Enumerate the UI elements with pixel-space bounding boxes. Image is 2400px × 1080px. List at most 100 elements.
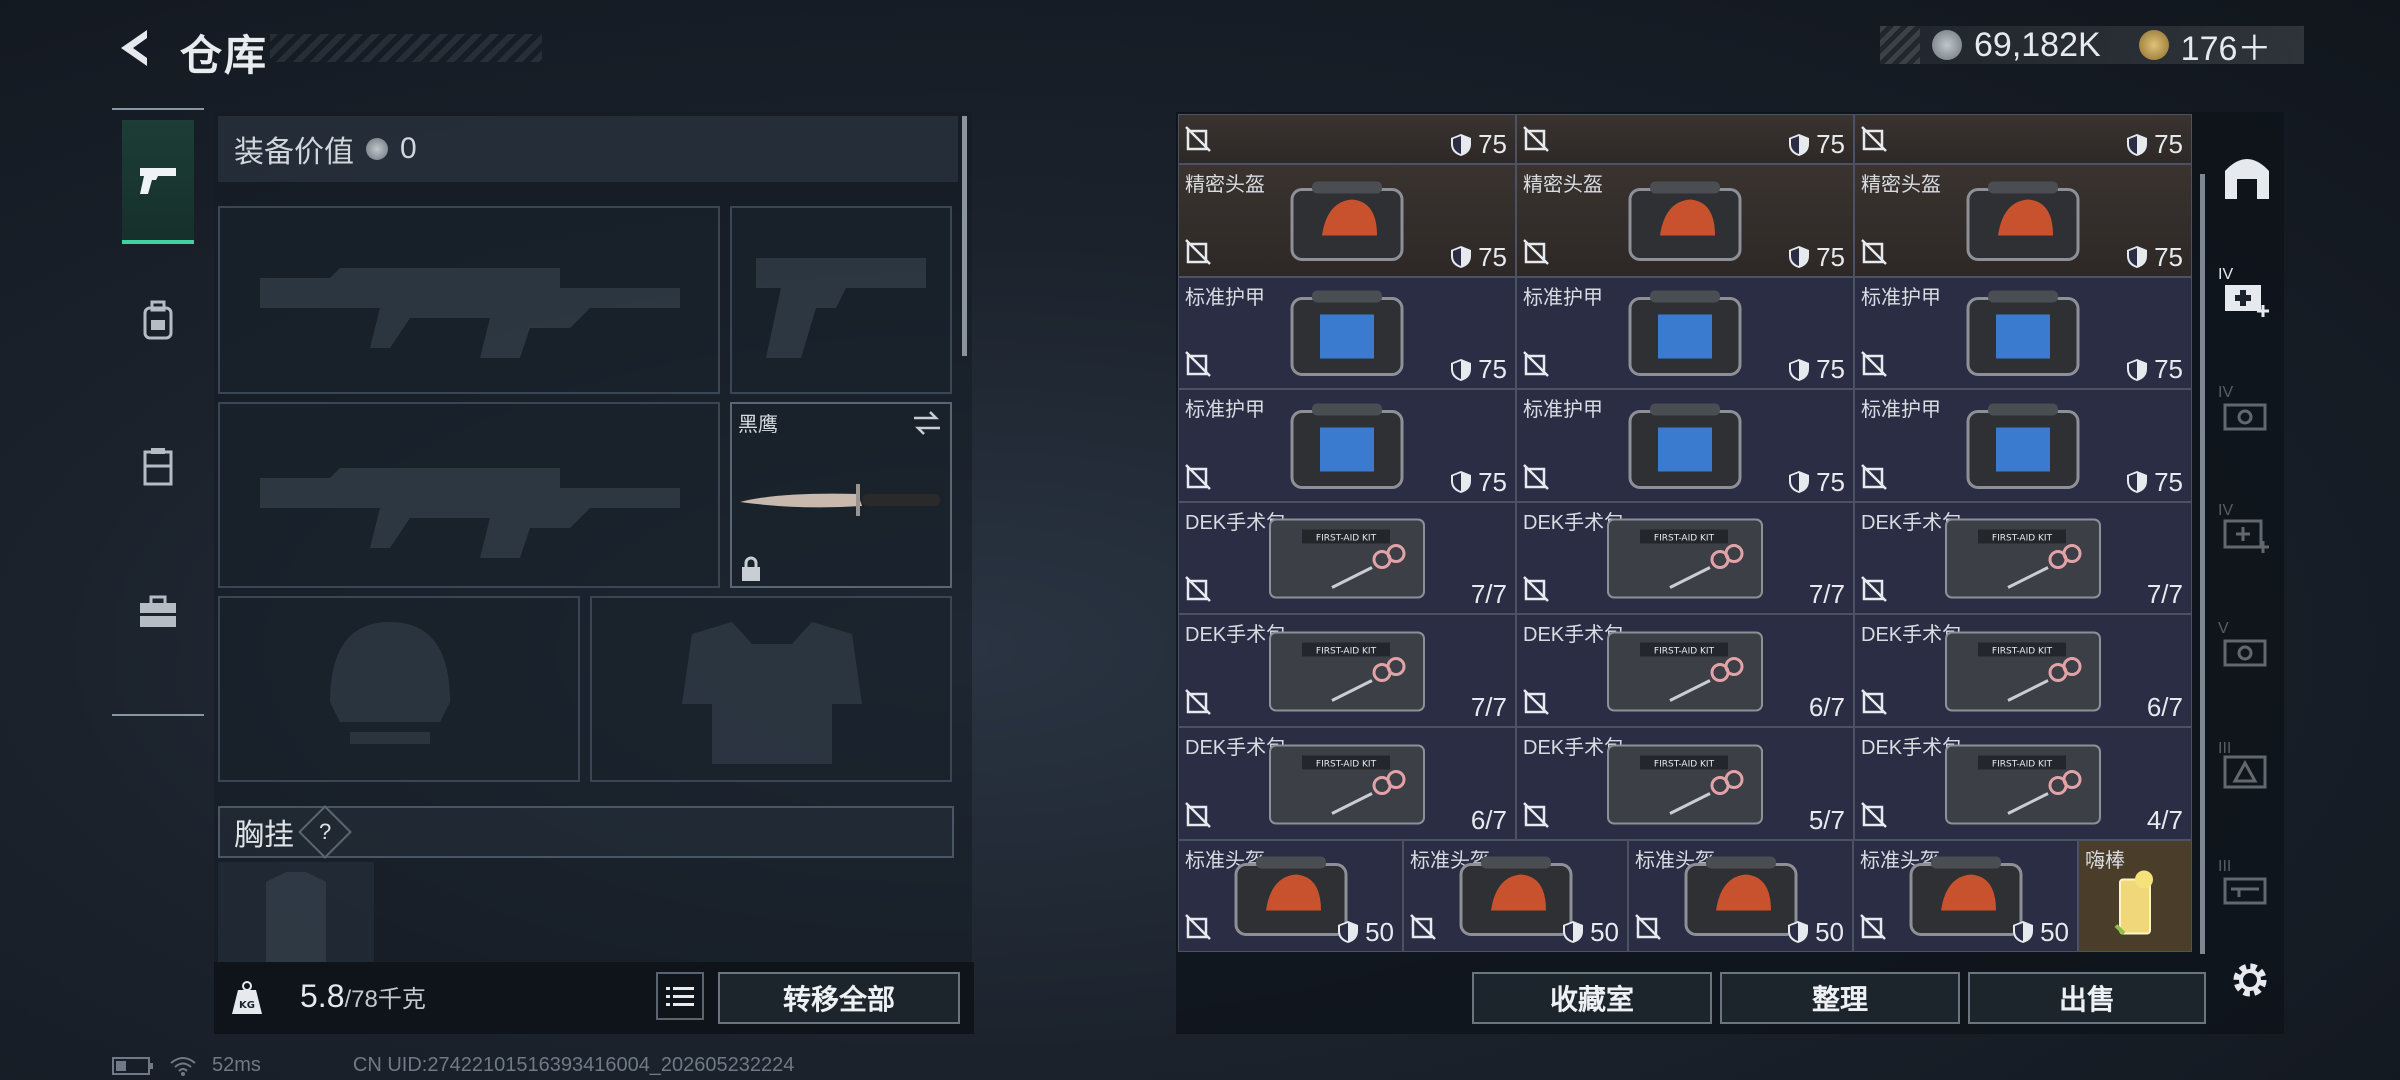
item-name: 标准护甲 [1861,399,1941,422]
storage-tab-5[interactable]: III [2214,738,2280,804]
currency-silver: 69,182K [1974,25,2101,64]
storage-item[interactable]: DEK手术包 FIRST-AID KIT 6/7 [1854,614,2192,727]
title-decoration [270,34,542,62]
storage-item[interactable]: 标准头盔 50 [1178,839,1403,952]
equipment-scrollbar[interactable] [962,116,967,356]
durability-shield-icon [1563,921,1584,944]
secondary-weapon-slot[interactable] [218,402,720,588]
storage-item[interactable]: 标准护甲 75 [1516,276,1854,390]
storage-tab-home[interactable] [2214,144,2280,210]
list-view-button[interactable] [656,972,704,1020]
storage-item[interactable]: DEK手术包 FIRST-AID KIT 5/7 [1516,727,1854,840]
collection-room-button[interactable]: 收藏室 [1472,972,1712,1024]
item-value: 75 [1450,354,1507,385]
item-value-text: 6/7 [2146,691,2183,722]
storage-tab-1[interactable]: IV [2214,264,2280,330]
item-value: 75 [1450,129,1507,160]
storage-item[interactable]: DEK手术包 FIRST-AID KIT 7/7 [1178,501,1516,615]
storage-item[interactable]: DEK手术包 FIRST-AID KIT 6/7 [1178,727,1516,840]
storage-item[interactable]: 标准护甲 75 [1854,389,2192,502]
no-sell-icon [1523,463,1549,490]
storage-tabs: IV IV IV V III III [2214,114,2280,952]
kit-label: FIRST-AID KIT [1316,534,1377,544]
item-value: 4/7 [2147,805,2183,836]
sell-button[interactable]: 出售 [1968,972,2206,1024]
storage-grid: 75 75 75 精密头盔 75 精密头盔 75 精密头盔 75 标准护甲 75 标准护甲 75 标准护甲… [1178,114,2192,952]
helmet-slot[interactable] [218,596,580,782]
storage-scrollbar[interactable] [2200,174,2205,954]
uid: CN UID:2742210151639341​6004_20260523222… [352,1054,795,1076]
help-icon[interactable]: ? [298,805,352,859]
item-name: 标准护甲 [1861,286,1941,309]
transfer-all-button[interactable]: 转移全部 [718,972,960,1024]
item-name: 精密头盔 [1523,174,1603,196]
back-button[interactable] [108,22,158,74]
storage-item[interactable]: DEK手术包 FIRST-AID KIT 7/7 [1178,614,1516,727]
storage-item[interactable]: 75 [1516,114,1854,164]
swap-icon[interactable] [912,410,942,436]
storage-item[interactable]: DEK手术包 FIRST-AID KIT 7/7 [1516,501,1854,615]
tier-label: IV [2218,502,2234,519]
item-value: 75 [1788,467,1845,498]
armor-slot[interactable] [590,596,952,782]
storage-tab-4[interactable]: V [2214,618,2280,684]
silver-coin-icon [1932,30,1962,60]
storage-item[interactable]: 标准护甲 75 [1178,276,1516,390]
storage-item[interactable]: 精密头盔 75 [1516,164,1854,277]
item-value-text: 75 [2154,354,2183,385]
camera-box-icon [2223,639,2267,667]
storage-item[interactable]: 标准护甲 75 [1854,276,2192,390]
no-sell-icon [1861,801,1887,828]
item-value-text: 75 [2154,466,2183,497]
durability-shield-icon [2127,133,2148,156]
surgery-kit-icon: FIRST-AID KIT [1945,744,2101,824]
item-value-text: 6/7 [1808,691,1845,722]
organize-button[interactable]: 整理 [1720,972,1960,1024]
category-backpack[interactable] [122,260,194,380]
storage-item[interactable]: 精密头盔 75 [1178,164,1516,277]
no-sell-icon [1635,914,1661,940]
chest-rig-slot[interactable] [218,862,374,962]
storage-tab-3[interactable]: IV [2214,500,2280,566]
storage-item[interactable]: 标准头盔 50 [1853,839,2078,952]
surgery-kit-icon: FIRST-AID KIT [1607,744,1763,824]
settings-button[interactable] [2222,952,2278,1008]
currency-gold[interactable]: 176＋ [2181,21,2272,70]
no-sell-icon [1860,914,1886,940]
melee-slot[interactable]: 黑鹰 [730,402,952,588]
no-sell-icon [1185,463,1211,490]
durability-shield-icon [1451,246,1472,269]
ping: 52ms [212,1054,261,1076]
surgery-kit-icon: FIRST-AID KIT [1607,518,1763,599]
storage-item[interactable]: 75 [1178,114,1516,164]
storage-item[interactable]: 标准头盔 50 [1628,839,1853,952]
item-value: 50 [1562,917,1619,948]
storage-item[interactable]: DEK手术包 FIRST-AID KIT 4/7 [1854,727,2192,840]
category-vest[interactable] [122,406,194,526]
category-weapons[interactable] [122,120,194,244]
silver-coin-icon [366,138,388,160]
storage-item[interactable]: 标准护甲 75 [1178,389,1516,502]
storage-item[interactable]: 标准头盔 50 [1403,839,1628,952]
storage-item[interactable]: 精密头盔 75 [1854,164,2192,277]
storage-item[interactable]: DEK手术包 FIRST-AID KIT 7/7 [1854,501,2192,615]
storage-tab-6[interactable]: III [2214,856,2280,922]
item-name: 标准护甲 [1523,399,1603,422]
pistol-slot[interactable] [730,206,952,394]
primary-weapon-slot[interactable] [218,206,720,394]
item-name: 精密头盔 [1861,174,1941,196]
storage-item-drink[interactable]: 嗨棒 [2078,839,2192,952]
storage-item[interactable]: 标准护甲 75 [1516,389,1854,502]
item-value: 75 [1788,242,1845,273]
currency-bar: 69,182K 176＋ [1880,25,2304,68]
storage-item[interactable]: 75 [1854,114,2192,164]
lock-icon [742,556,760,581]
item-value-text: 75 [1816,241,1845,272]
no-sell-icon [1861,576,1887,603]
category-toolbox[interactable] [122,552,194,672]
storage-tab-2[interactable]: IV [2214,382,2280,448]
storage-item[interactable]: DEK手术包 FIRST-AID KIT 6/7 [1516,614,1854,727]
kit-label: FIRST-AID KIT [1654,646,1715,656]
item-value-text: 7/7 [1470,579,1507,610]
durability-shield-icon [2127,471,2148,494]
